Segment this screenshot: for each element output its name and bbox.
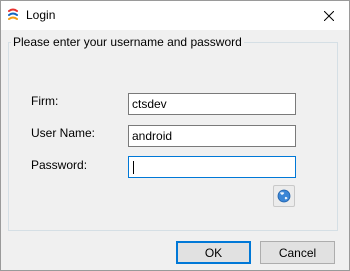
close-icon: [324, 10, 334, 21]
group-caption: Please enter your username and password: [13, 35, 242, 49]
title-bar[interactable]: Login: [1, 1, 349, 30]
dialog-body: Please enter your username and password …: [1, 30, 349, 270]
username-field[interactable]: [128, 125, 296, 147]
firm-field[interactable]: [128, 93, 296, 115]
ok-button[interactable]: OK: [176, 241, 251, 264]
firm-label: Firm:: [31, 94, 59, 108]
password-field[interactable]: [128, 156, 296, 178]
close-button[interactable]: [309, 1, 349, 30]
text-caret: [133, 161, 134, 174]
app-logo-icon: [8, 8, 18, 20]
globe-icon: [277, 189, 291, 203]
password-label: Password:: [31, 158, 88, 172]
login-dialog: Login Please enter your username and pas…: [0, 0, 350, 271]
cancel-button[interactable]: Cancel: [260, 241, 335, 264]
globe-button[interactable]: [273, 185, 295, 207]
username-label: User Name:: [31, 126, 96, 140]
window-title: Login: [26, 8, 56, 22]
